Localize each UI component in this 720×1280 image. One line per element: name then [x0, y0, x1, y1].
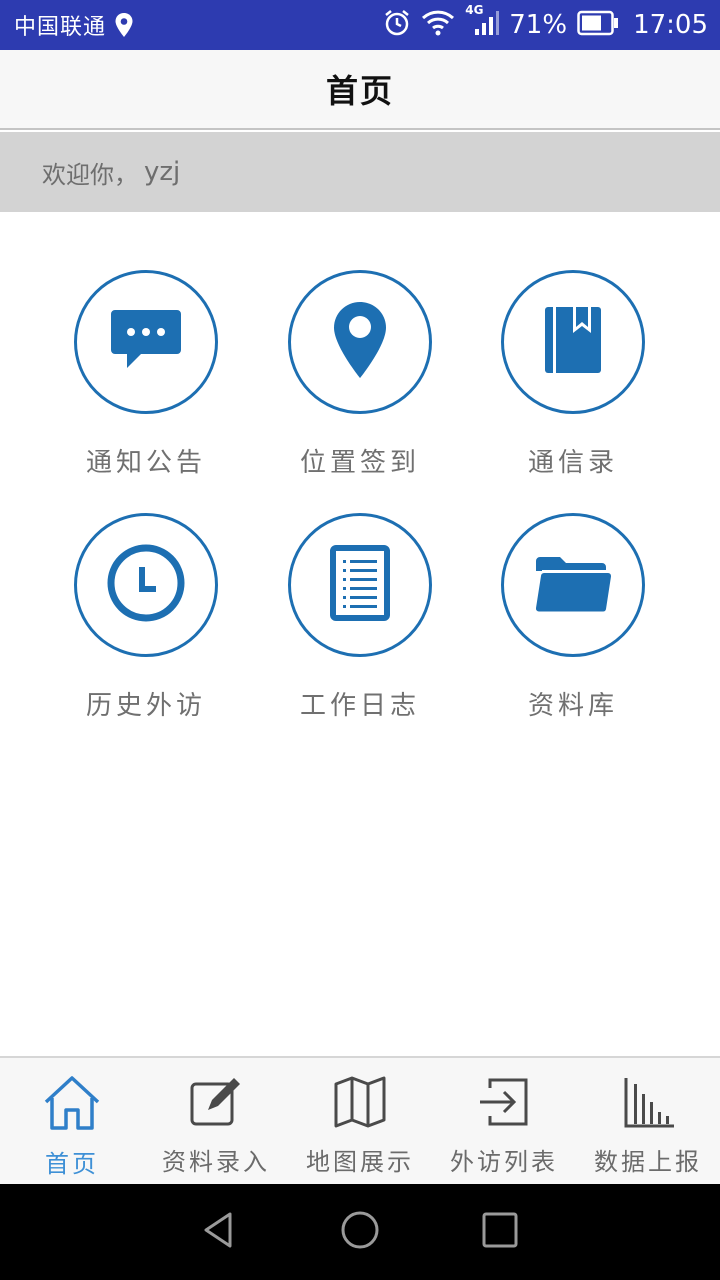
clock-time: 17:05 — [633, 10, 708, 40]
welcome-greeting: 欢迎你， — [42, 160, 138, 189]
nav-item-home[interactable]: 首页 — [0, 1058, 144, 1184]
carrier-name: 中国联通 — [14, 15, 107, 40]
map-icon — [332, 1074, 388, 1134]
folder-icon — [534, 553, 612, 617]
menu-item-history[interactable]: 历史外访 — [56, 513, 236, 722]
nav-item-visit-list[interactable]: 外访列表 — [432, 1058, 576, 1184]
page-title: 首页 — [325, 72, 394, 110]
menu-item-contacts-circle[interactable] — [501, 270, 645, 414]
clock-icon — [106, 543, 186, 627]
welcome-banner: 欢迎你， yzj — [0, 132, 720, 212]
menu-item-worklog[interactable]: 工作日志 — [270, 513, 450, 722]
menu-item-label: 工作日志 — [299, 691, 420, 721]
menu-item-history-circle[interactable] — [74, 513, 218, 657]
nav-label: 首页 — [45, 1150, 99, 1178]
welcome-username: yzj — [144, 157, 181, 187]
menu-item-library-circle[interactable] — [501, 513, 645, 657]
menu-item-label: 资料库 — [527, 691, 618, 721]
nav-item-data-entry[interactable]: 资料录入 — [144, 1058, 288, 1184]
menu-item-notice-circle[interactable] — [74, 270, 218, 414]
back-icon[interactable] — [200, 1210, 240, 1254]
network-type: 4G — [465, 3, 484, 17]
nav-label: 地图展示 — [306, 1148, 414, 1176]
home-circle-icon[interactable] — [340, 1210, 380, 1254]
menu-item-label: 历史外访 — [85, 691, 206, 721]
location-icon — [114, 12, 134, 38]
home-icon — [42, 1074, 102, 1136]
message-icon — [109, 308, 183, 376]
title-bar: 首页 — [0, 50, 720, 130]
status-bar: 中国联通 4G 71% 17:05 — [0, 0, 720, 50]
contact-book-icon — [543, 305, 603, 379]
edit-icon — [188, 1074, 244, 1134]
nav-label: 资料录入 — [162, 1148, 270, 1176]
nav-label: 数据上报 — [594, 1148, 702, 1176]
bar-chart-icon — [620, 1074, 676, 1134]
nav-item-map[interactable]: 地图展示 — [288, 1058, 432, 1184]
battery-percent: 71% — [509, 10, 568, 40]
menu-item-label: 位置签到 — [299, 448, 420, 478]
menu-item-checkin-circle[interactable] — [288, 270, 432, 414]
bottom-nav: 首页 资料录入 地图展示 外访列表 数据上报 — [0, 1056, 720, 1184]
signal-icon: 4G — [465, 3, 500, 41]
menu-item-label: 通知公告 — [85, 448, 206, 478]
document-icon — [330, 545, 390, 625]
system-nav-bar — [0, 1184, 720, 1280]
menu-item-checkin[interactable]: 位置签到 — [270, 270, 450, 479]
battery-icon — [577, 10, 619, 40]
nav-label: 外访列表 — [450, 1148, 558, 1176]
menu-item-notice[interactable]: 通知公告 — [56, 270, 236, 479]
login-icon — [476, 1074, 532, 1134]
alarm-icon — [383, 9, 411, 41]
menu-item-worklog-circle[interactable] — [288, 513, 432, 657]
wifi-icon — [421, 9, 455, 41]
menu-item-library[interactable]: 资料库 — [483, 513, 663, 722]
menu-item-label: 通信录 — [527, 448, 618, 478]
location-pin-icon — [332, 300, 388, 384]
nav-item-data-report[interactable]: 数据上报 — [576, 1058, 720, 1184]
menu-item-contacts[interactable]: 通信录 — [483, 270, 663, 479]
recents-icon[interactable] — [480, 1210, 520, 1254]
